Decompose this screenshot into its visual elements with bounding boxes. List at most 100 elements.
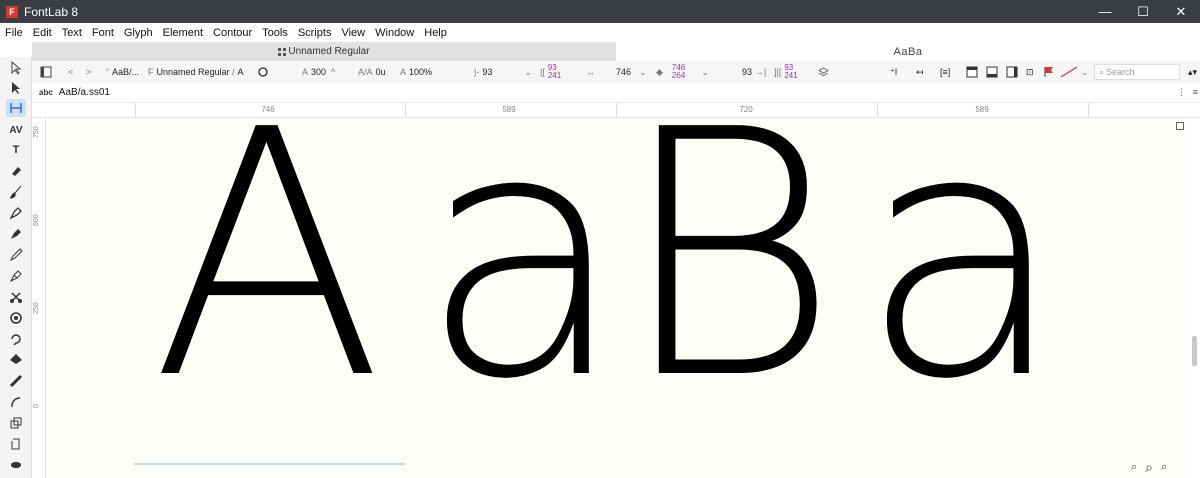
glyph-a[interactable]: a [419, 118, 627, 426]
eraser-icon[interactable] [6, 162, 26, 180]
width-arrow-icon: →| [755, 67, 767, 77]
menu-view[interactable]: View [336, 27, 370, 39]
zoom-out-icon[interactable]: ⌕ [1131, 461, 1137, 474]
metrics-dropdown-icon[interactable]: ⌄ [701, 67, 709, 78]
tab-glyph-window[interactable]: AaBa [616, 42, 1200, 61]
vruler-mark: 250 [33, 302, 40, 314]
rubber-band-icon[interactable] [6, 330, 26, 348]
pen-icon[interactable] [6, 204, 26, 222]
rsb-icon: |[ [540, 67, 545, 77]
stroke-color-icon[interactable]: ⌄ [1060, 61, 1089, 83]
panel-top-icon[interactable] [966, 61, 978, 83]
width3-field[interactable]: ]|[ 93 241 [774, 61, 798, 83]
back-icon[interactable]: < [68, 61, 73, 83]
lsb-dropdown-icon[interactable]: ⌄ [524, 67, 532, 78]
canvas-corner-icon[interactable] [1176, 122, 1184, 130]
minimize-button[interactable]: — [1086, 0, 1124, 23]
text-bar-menu-icon[interactable]: ≡ [1193, 87, 1198, 97]
glyph-a-ss01[interactable]: a [859, 118, 1067, 426]
zoom-field[interactable]: A 100% [400, 61, 432, 83]
search-input[interactable]: ⌕ Search [1094, 64, 1180, 80]
contour-pointer-icon[interactable] [6, 79, 26, 97]
font-selector[interactable]: F Unnamed Regular [148, 61, 230, 83]
fill-icon[interactable] [6, 351, 26, 369]
rsb-bottom: 241 [547, 71, 562, 80]
copy-icon[interactable] [6, 435, 26, 453]
zoom-fit-icon[interactable]: ⌕ [1161, 461, 1167, 474]
ruler-icon[interactable] [6, 372, 26, 390]
sidebar-toggle-icon[interactable] [40, 61, 52, 83]
text-selector-value: AaB/... [112, 67, 140, 77]
flag-icon[interactable] [1044, 61, 1054, 83]
quote-icon: “ [106, 67, 109, 77]
weight-field[interactable]: A 300 ^ [302, 61, 338, 83]
width-field[interactable]: 93 →| [742, 61, 769, 83]
glyph-link-icon[interactable] [258, 61, 268, 83]
width3-bottom: 241 [784, 71, 798, 80]
panel-bottom-icon[interactable] [986, 61, 998, 83]
tab-font-window[interactable]: Unnamed Regular [32, 42, 616, 61]
text-selector[interactable]: “ AaB/... [106, 61, 139, 83]
advance-field[interactable]: ↔ 746 ⌄ [586, 61, 647, 83]
vertical-scrollbar[interactable] [1189, 118, 1200, 478]
fit-icon[interactable]: [≡] [940, 61, 950, 83]
cursor-text-icon[interactable]: ⁺I [890, 61, 897, 83]
tracking-field[interactable]: A/A 0u [358, 61, 386, 83]
zoom-in-icon[interactable]: ⌕ [1145, 459, 1153, 476]
layers-icon[interactable] [818, 61, 829, 83]
tab-glyph-label: AaBa [893, 45, 923, 58]
text-icon[interactable]: T [6, 141, 26, 159]
weight-value: 300 [311, 67, 327, 77]
text-bar-options-icon[interactable]: ⋮ [1177, 87, 1186, 98]
menu-scripts[interactable]: Scripts [293, 27, 337, 39]
rsb-field[interactable]: |[ 93 241 [540, 61, 561, 83]
close-button[interactable]: ✕ [1162, 0, 1200, 23]
scrollbar-thumb[interactable] [1192, 336, 1197, 366]
menu-tools[interactable]: Tools [257, 27, 293, 39]
panel-right-icon[interactable] [1006, 61, 1018, 83]
kerning-icon[interactable]: AV [6, 121, 26, 139]
menu-font[interactable]: Font [87, 27, 119, 39]
tracking-icon: A/A [358, 67, 373, 77]
glyph-name-field[interactable]: / A [232, 61, 244, 83]
menu-glyph[interactable]: Glyph [119, 27, 158, 39]
toolbar: AV T [0, 57, 32, 478]
power-nib-icon[interactable] [6, 267, 26, 285]
glyph-canvas[interactable]: A a B a [47, 118, 1188, 478]
menu-help[interactable]: Help [419, 27, 452, 39]
width3-icon: ]|[ [774, 67, 782, 77]
text-input[interactable]: AaB/a.ss01 [59, 87, 110, 98]
propbar-more-icon[interactable]: ▴▾ [1188, 61, 1197, 83]
brush-icon[interactable] [6, 183, 26, 201]
transform-icon[interactable] [6, 414, 26, 432]
forward-icon[interactable]: > [86, 61, 91, 83]
left-arrow-icon[interactable]: ↤ [916, 61, 924, 83]
glyph-line: A a B a [47, 118, 1188, 478]
menu-contour[interactable]: Contour [208, 27, 257, 39]
menu-file[interactable]: File [0, 27, 28, 39]
maximize-button[interactable]: ☐ [1124, 0, 1162, 23]
zoom-controls: ⌕ ⌕ ⌕ [1131, 459, 1167, 476]
rotate-icon[interactable] [6, 309, 26, 327]
menu-window[interactable]: Window [370, 27, 419, 39]
menu-element[interactable]: Element [158, 27, 208, 39]
glyph-B[interactable]: B [617, 118, 840, 426]
tracking-value: 0u [375, 67, 386, 77]
lsb-field[interactable]: |- 93 ⌄ [474, 61, 532, 83]
pencil-icon[interactable] [6, 246, 26, 264]
zoom-value: 100% [409, 67, 433, 77]
advance-dropdown-icon[interactable]: ⌄ [639, 67, 647, 78]
hand-icon[interactable] [6, 456, 26, 474]
rapid-pen-icon[interactable] [6, 225, 26, 243]
title-bar: F FontLab 8 — ☐ ✕ [0, 0, 1200, 23]
knife-icon[interactable] [6, 288, 26, 306]
pointer-icon[interactable] [6, 59, 26, 77]
glyph-A[interactable]: A [151, 118, 384, 426]
menu-text[interactable]: Text [57, 27, 87, 39]
menu-edit[interactable]: Edit [28, 27, 57, 39]
metrics-icon[interactable] [6, 99, 26, 117]
weight-up-icon[interactable]: ^ [331, 67, 335, 77]
metrics-field[interactable]: ◆ 746 264 ⌄ [656, 61, 709, 83]
preview-icon[interactable]: ⊡ [1026, 61, 1034, 83]
arc-icon[interactable] [6, 393, 26, 411]
